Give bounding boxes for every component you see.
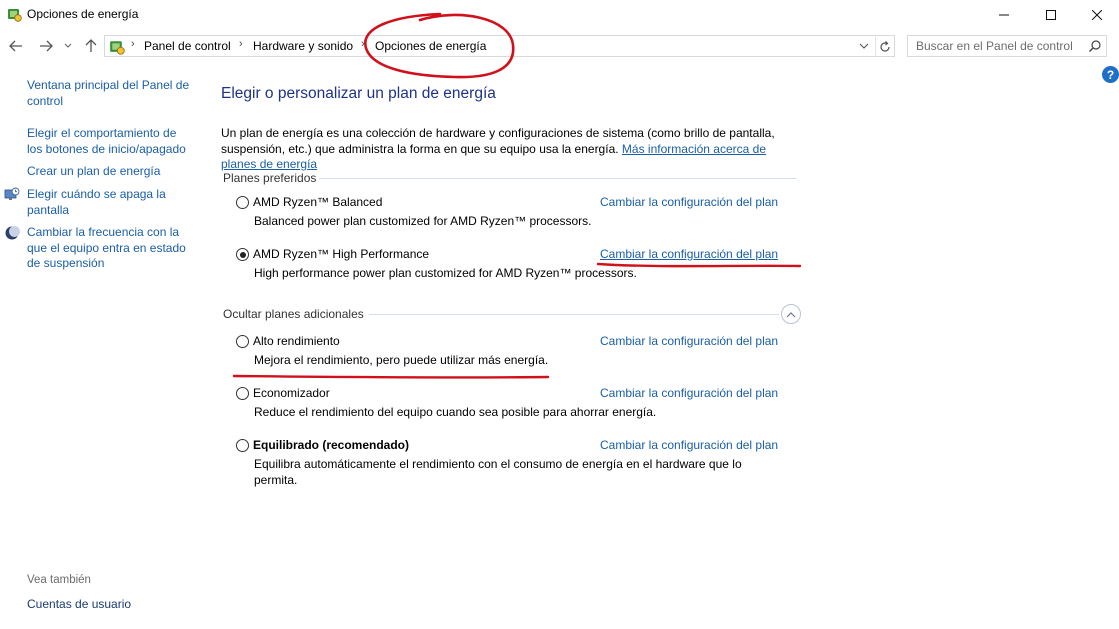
intro-paragraph: Un plan de energía es una colección de h… [221, 126, 801, 173]
sidebar-item-control-panel-home[interactable]: Ventana principal del Panel de control [27, 78, 192, 109]
plan-name[interactable]: AMD Ryzen™ High Performance [253, 247, 429, 261]
forward-button[interactable] [36, 36, 56, 56]
moon-icon [5, 226, 20, 240]
sidebar-item-power-buttons[interactable]: Elegir el comportamiento de los botones … [27, 126, 192, 157]
chevron-down-icon [64, 43, 72, 48]
monitor-clock-icon [4, 187, 20, 200]
title-bar: Opciones de energía [0, 0, 1119, 30]
breadcrumb-separator[interactable]: › [361, 38, 365, 50]
plan-description: Balanced power plan customized for AMD R… [254, 214, 592, 228]
arrow-left-icon [9, 40, 22, 52]
address-dropdown-button[interactable] [857, 39, 871, 53]
preferred-plans-header: Planes preferidos [223, 171, 317, 185]
change-plan-settings-link[interactable]: Cambiar la configuración del plan [600, 247, 778, 261]
plan-description: Reduce el rendimiento del equipo cuando … [254, 405, 657, 419]
navigation-bar: › Panel de control › Hardware y sonido ›… [0, 30, 1119, 62]
plan-description: Mejora el rendimiento, pero puede utiliz… [254, 353, 549, 367]
plan-radio[interactable] [236, 196, 249, 209]
change-plan-settings-link[interactable]: Cambiar la configuración del plan [600, 386, 778, 400]
breadcrumb-separator[interactable]: › [131, 38, 135, 50]
help-icon[interactable]: ? [1102, 66, 1119, 83]
minimize-button[interactable] [981, 0, 1027, 30]
search-placeholder: Buscar en el Panel de control [916, 39, 1073, 53]
up-button[interactable] [81, 36, 101, 56]
maximize-button[interactable] [1028, 0, 1074, 30]
power-options-icon [8, 9, 22, 22]
plan-radio[interactable] [236, 439, 249, 452]
breadcrumb-separator[interactable]: › [239, 38, 243, 50]
change-plan-settings-link[interactable]: Cambiar la configuración del plan [600, 438, 778, 452]
plan-name[interactable]: Economizador [253, 386, 330, 400]
close-icon [1092, 10, 1102, 20]
group-divider [369, 314, 779, 315]
plan-radio[interactable] [236, 335, 249, 348]
minimize-icon [999, 14, 1009, 16]
page-title: Elegir o personalizar un plan de energía [221, 85, 496, 102]
change-plan-settings-link[interactable]: Cambiar la configuración del plan [600, 334, 778, 348]
chevron-up-icon [786, 311, 796, 317]
collapse-button[interactable] [781, 304, 801, 324]
control-panel-icon [110, 41, 125, 55]
plan-description: Equilibra automáticamente el rendimiento… [254, 457, 742, 487]
red-underline-annotation [232, 374, 550, 379]
recent-locations-button[interactable] [61, 36, 75, 56]
group-divider [319, 178, 796, 179]
address-bar[interactable]: › Panel de control › Hardware y sonido ›… [104, 35, 895, 57]
sidebar-item-display-off[interactable]: Elegir cuándo se apaga la pantalla [27, 187, 192, 218]
plan-name[interactable]: AMD Ryzen™ Balanced [253, 195, 382, 209]
arrow-right-icon [40, 40, 53, 52]
plan-radio[interactable] [236, 387, 249, 400]
refresh-icon [880, 40, 890, 52]
chevron-down-icon [859, 43, 869, 49]
maximize-icon [1046, 10, 1056, 20]
breadcrumb-control-panel[interactable]: Panel de control [144, 39, 231, 53]
plan-name[interactable]: Equilibrado (recomendado) [253, 438, 409, 452]
see-also-heading: Vea también [27, 574, 91, 586]
plan-radio-selected[interactable] [236, 248, 249, 261]
search-icon[interactable] [1088, 39, 1102, 53]
breadcrumb-hardware-sound[interactable]: Hardware y sonido [253, 39, 353, 53]
close-button[interactable] [1074, 0, 1119, 30]
arrow-up-icon [85, 39, 97, 52]
window-title: Opciones de energía [27, 7, 139, 21]
plan-name[interactable]: Alto rendimiento [253, 334, 340, 348]
refresh-button[interactable] [875, 37, 894, 56]
plan-description: High performance power plan customized f… [254, 266, 637, 280]
change-plan-settings-link[interactable]: Cambiar la configuración del plan [600, 195, 778, 209]
sidebar-item-create-plan[interactable]: Crear un plan de energía [27, 164, 192, 180]
back-button[interactable] [6, 36, 26, 56]
search-input[interactable]: Buscar en el Panel de control [907, 35, 1107, 57]
user-accounts-link[interactable]: Cuentas de usuario [27, 597, 131, 611]
additional-plans-header[interactable]: Ocultar planes adicionales [223, 307, 364, 321]
sidebar-item-sleep[interactable]: Cambiar la frecuencia con la que el equi… [27, 225, 192, 272]
breadcrumb-power-options[interactable]: Opciones de energía [375, 39, 486, 53]
